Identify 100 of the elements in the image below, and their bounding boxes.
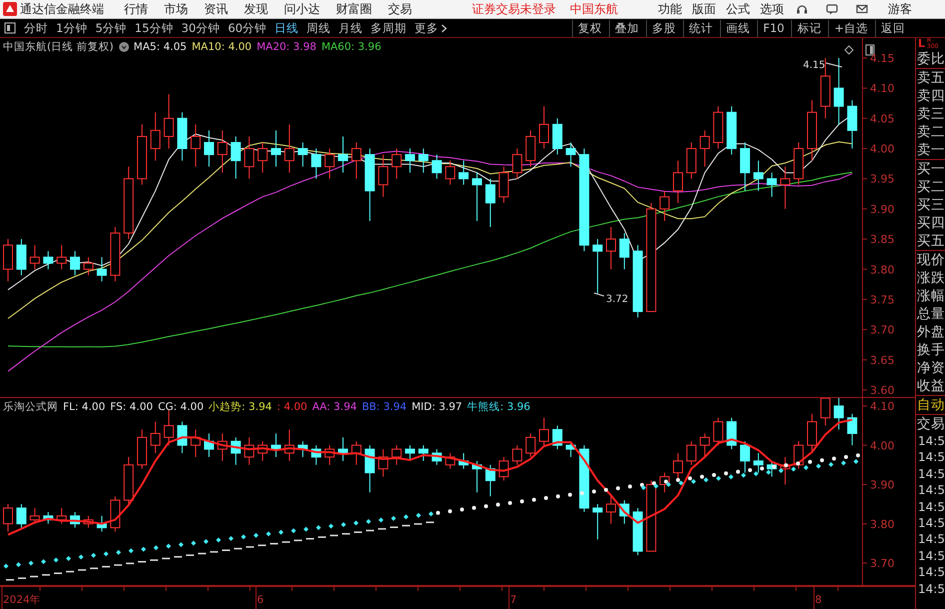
toolbar-button[interactable]: 返回 xyxy=(875,20,910,36)
menu-item[interactable]: 财富圈 xyxy=(336,0,372,18)
time-label: 14:5 xyxy=(917,548,945,564)
corner-label[interactable]: L xyxy=(918,38,926,50)
menu-item[interactable]: 功能 xyxy=(658,0,682,18)
indicator-value: 小趋势: 3.94 xyxy=(208,400,272,414)
chart-title: 中国东航(日线 前复权) xyxy=(3,40,114,54)
date-label: 6 xyxy=(257,594,264,606)
more-button[interactable]: 更多 xyxy=(412,20,450,36)
quote-label: 卖二 xyxy=(916,123,945,141)
menu-item[interactable]: 行情 xyxy=(124,0,148,18)
quote-label: 买四 xyxy=(916,214,945,232)
app-title: 通达信金融终端 xyxy=(20,0,104,18)
quote-label: 净资 xyxy=(916,359,945,377)
quote-label: 买五 xyxy=(916,232,945,250)
indicator-value: MID: 3.97 xyxy=(412,401,462,413)
axis-label: 4.00 xyxy=(870,142,894,156)
axis-label: 3.75 xyxy=(870,293,894,306)
axis-label: 3.70 xyxy=(870,557,894,570)
axis-label: 4.15 xyxy=(870,52,894,65)
period-tab[interactable]: 月线 xyxy=(336,20,366,36)
period-tab[interactable]: 30分钟 xyxy=(178,20,223,36)
toolbar-button[interactable]: 叠加 xyxy=(609,20,644,36)
menu-item[interactable]: 发现 xyxy=(244,0,268,18)
quote-label: 买二 xyxy=(916,178,945,196)
quote-label: 买一 xyxy=(916,160,945,178)
toolbar-button[interactable]: +自选 xyxy=(828,20,873,36)
axis-label: 4.10 xyxy=(870,82,894,96)
axis-label: 4.00 xyxy=(870,439,894,452)
time-label: 14:5 xyxy=(917,498,945,516)
date-label: 7 xyxy=(510,594,517,606)
quote-label: 买三 xyxy=(916,196,945,214)
axis-label: 3.65 xyxy=(870,354,894,367)
period-tab[interactable]: 多周期 xyxy=(368,20,410,36)
quote-label: 收益 xyxy=(916,377,945,395)
period-tab[interactable]: 1分钟 xyxy=(53,20,90,36)
toolbar-button[interactable]: 画线 xyxy=(720,20,756,36)
menu-item[interactable]: 公式 xyxy=(726,0,750,18)
menu-item[interactable]: 版面 xyxy=(692,0,716,18)
axis-label: 3.80 xyxy=(870,518,894,531)
axis-label: 4.05 xyxy=(870,112,894,126)
time-label: 14:5 xyxy=(917,466,945,482)
mode-label[interactable]: 自动 xyxy=(916,396,945,415)
time-label: 14:5 xyxy=(917,449,945,466)
axis-label: 3.70 xyxy=(870,324,894,337)
indicator-value: MA5: 4.05 xyxy=(134,41,187,53)
axis-label: 3.90 xyxy=(870,478,894,492)
period-tab[interactable]: 15分钟 xyxy=(132,20,176,36)
period-tab[interactable]: 5分钟 xyxy=(92,20,130,36)
quote-label: 外盘 xyxy=(916,323,945,341)
quote-label: 换手 xyxy=(916,341,945,359)
period-tab[interactable]: 周线 xyxy=(304,20,334,36)
quote-label: 现价 xyxy=(916,251,945,269)
status-text[interactable]: 中国东航 xyxy=(570,0,618,18)
time-label: 14:5 xyxy=(917,515,945,532)
price-label: 4.15 xyxy=(803,60,826,71)
axis-label: 3.95 xyxy=(870,172,894,186)
indicator-value: FL: 4.00 xyxy=(63,401,106,413)
toolbar-button[interactable]: 多股 xyxy=(646,20,682,36)
menu-item[interactable]: 问小达 xyxy=(284,0,320,18)
indicator-value: MA20: 3.98 xyxy=(256,41,316,53)
quote-label: 卖四 xyxy=(916,87,945,105)
menu-item[interactable]: 交易 xyxy=(388,0,412,18)
trade-tab[interactable]: 交易 xyxy=(916,415,945,433)
period-tab[interactable]: 60分钟 xyxy=(224,20,270,36)
indicator-value: CG: 4.00 xyxy=(158,401,204,413)
indicator-value: AA: 3.94 xyxy=(312,401,357,413)
quote-label: 卖一 xyxy=(916,141,945,159)
indicator-value: FS: 4.00 xyxy=(110,401,153,413)
menu-item[interactable]: 资讯 xyxy=(204,0,228,18)
menu-item[interactable]: 市场 xyxy=(164,0,188,18)
menu-item[interactable]: 选项 xyxy=(760,0,784,18)
axis-label: 3.60 xyxy=(870,384,894,397)
quote-label: 涨幅 xyxy=(916,287,945,305)
indicator-value: : 4.00 xyxy=(276,401,308,413)
period-tab[interactable]: 分时 xyxy=(21,20,51,36)
indicator-value: MA10: 4.00 xyxy=(192,41,252,53)
time-label: 14:5 xyxy=(917,564,945,581)
quote-label: 委比 xyxy=(916,50,945,68)
status-text: 证券交易未登录 xyxy=(472,0,556,18)
user-name[interactable]: 游客 xyxy=(888,0,912,18)
date-label: 2024年 xyxy=(3,594,41,606)
time-label: 14:5 xyxy=(917,482,945,499)
toolbar-button[interactable]: 统计 xyxy=(683,20,718,36)
time-label: 14:5 xyxy=(917,531,945,548)
toolbar-button[interactable]: 标记 xyxy=(791,20,826,36)
price-label: 3.72 xyxy=(606,294,628,305)
indicator-value: 牛熊线: 3.96 xyxy=(467,400,530,414)
quote-label: 卖五 xyxy=(916,69,945,87)
period-tab[interactable]: 日线 xyxy=(272,20,302,36)
time-label: 14:5 xyxy=(917,580,945,598)
time-label: 14:5 xyxy=(917,433,945,450)
chart-title: 乐淘公式网 xyxy=(3,400,58,414)
axis-label: 3.85 xyxy=(870,233,894,246)
axis-label: 3.80 xyxy=(870,263,894,276)
quote-label: 涨跌 xyxy=(916,269,945,287)
toolbar-button[interactable]: F10 xyxy=(757,20,790,36)
toolbar-button[interactable]: 复权 xyxy=(572,20,608,36)
indicator-value: BB: 3.94 xyxy=(362,401,407,413)
axis-label: 4.10 xyxy=(870,400,894,413)
